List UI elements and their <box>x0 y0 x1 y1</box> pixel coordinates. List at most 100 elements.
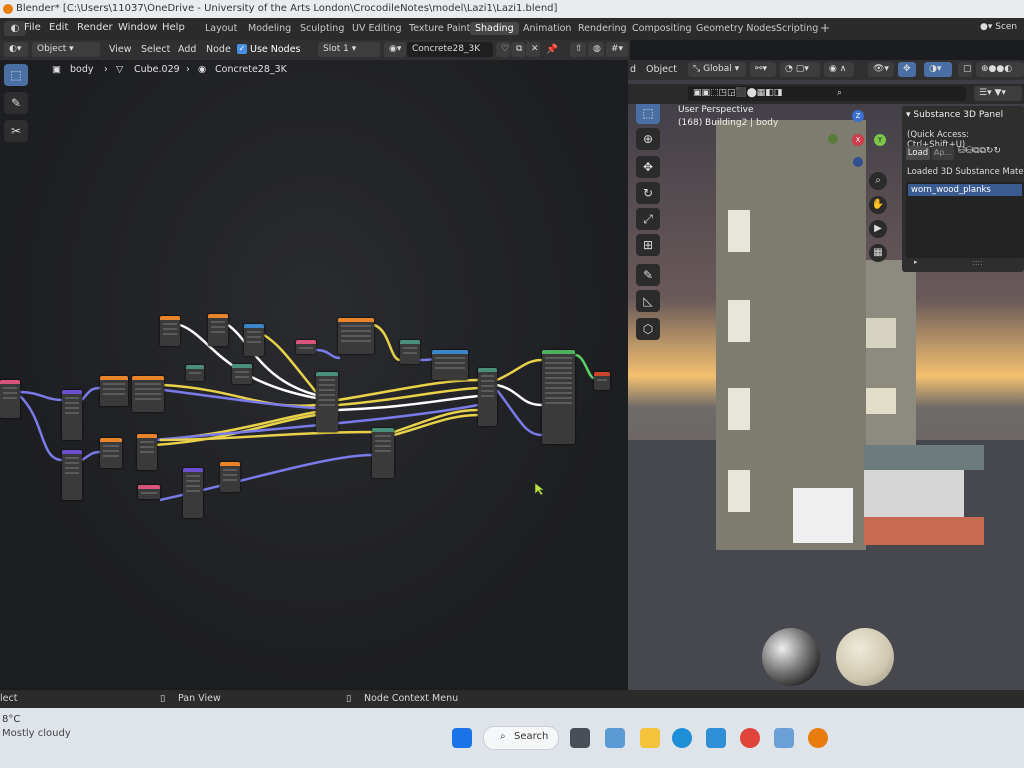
tab-shading[interactable]: Shading <box>470 22 519 35</box>
gizmo-toggle-icon[interactable]: ✥ <box>898 62 916 77</box>
pivot-point-icon[interactable]: ⚯▾ <box>750 62 776 77</box>
node-color-ramp-a[interactable] <box>244 324 264 356</box>
menu-window[interactable]: Window <box>118 22 157 33</box>
filter-funnel-icon[interactable]: ☰▾ ▼▾ <box>974 86 1022 101</box>
proportional-edit-icon[interactable]: ◉ ∧ <box>824 62 854 77</box>
chrome-icon[interactable] <box>740 728 760 748</box>
annotate-tool-icon[interactable]: ✎ <box>636 264 660 286</box>
links-cut-tool-icon[interactable]: ✂ <box>4 120 28 142</box>
pin-icon[interactable]: 📌 <box>546 44 558 55</box>
node-mapping-a[interactable] <box>62 390 82 440</box>
editor-type-icon[interactable]: ◐▾ <box>4 42 28 57</box>
viewport-filter-icons[interactable]: ▣▣⬚◳◲⬛⬤▦◧◨ <box>688 86 848 101</box>
node-color-ramp-b[interactable] <box>338 318 374 354</box>
weather-temperature[interactable]: 8°C <box>2 714 20 725</box>
fake-user-icon[interactable]: ♡ <box>496 42 510 57</box>
photos-icon[interactable] <box>774 728 794 748</box>
list-expand-icon[interactable]: ▸ <box>914 258 918 266</box>
gizmo-z-axis[interactable]: Z <box>852 110 864 122</box>
material-name-field[interactable]: Concrete28_3K <box>407 42 493 57</box>
xray-icon[interactable]: ▢ <box>958 62 972 77</box>
file-explorer-icon[interactable] <box>640 728 660 748</box>
tab-geometry-nodes[interactable]: Geometry Nodes <box>691 22 781 35</box>
node-value-pink[interactable] <box>296 340 316 354</box>
node-image-texture-e[interactable] <box>220 462 240 492</box>
visibility-icon[interactable]: 👁▾ <box>868 62 894 77</box>
list-resize-handle-icon[interactable]: :::: <box>972 258 983 267</box>
gizmo-x-axis[interactable]: X <box>852 134 864 146</box>
move-tool-icon[interactable]: ✥ <box>636 156 660 178</box>
store-icon[interactable] <box>706 728 726 748</box>
use-nodes-checkbox[interactable]: ✓ <box>237 44 247 54</box>
cursor-tool-icon[interactable]: ⊕ <box>636 128 660 150</box>
pan-hand-icon[interactable]: ✋ <box>869 196 887 214</box>
gizmo-y-axis[interactable]: Y <box>874 134 886 146</box>
camera-icon[interactable]: ▶ <box>869 220 887 238</box>
transform-orientation-dropdown[interactable]: ⤡ Global ▾ <box>688 62 746 77</box>
substance-apply-button[interactable]: Ap... <box>932 146 954 160</box>
tab-compositing[interactable]: Compositing <box>627 22 697 35</box>
shading-modes-icon[interactable]: ⊕●●◐ <box>976 62 1024 77</box>
substance-tool-icons[interactable]: ⛁⛁⧉⧉↻↻ <box>958 146 1001 156</box>
node-texture-coordinate[interactable] <box>0 380 20 418</box>
substance-material-item[interactable]: worn_wood_planks <box>908 184 1022 196</box>
viewport-mode-fragment[interactable]: d <box>630 64 636 75</box>
node-image-texture-a[interactable] <box>100 376 128 406</box>
gizmo-neg-y-axis[interactable] <box>828 134 838 144</box>
node-separate-a[interactable] <box>160 316 180 346</box>
edge-browser-icon[interactable] <box>672 728 692 748</box>
taskbar-search[interactable]: ⌕ Search <box>483 726 559 750</box>
snap-icon[interactable]: #▾ <box>606 42 628 57</box>
gizmo-neg-z-axis[interactable] <box>853 157 863 167</box>
unlink-material-icon[interactable]: ✕ <box>526 42 540 57</box>
node-math-a[interactable] <box>186 365 204 381</box>
menu-view[interactable]: View <box>109 44 132 55</box>
transform-tool-icon[interactable]: ⊞ <box>636 234 660 256</box>
node-value-pink-b[interactable] <box>138 485 160 499</box>
select-box-tool-icon[interactable]: ⬚ <box>4 64 28 86</box>
annotate-tool-icon[interactable]: ✎ <box>4 92 28 114</box>
overlay-toggle-icon[interactable]: ◑▾ <box>924 62 952 77</box>
slot-dropdown[interactable]: Slot 1 ▾ <box>318 42 380 57</box>
zoom-icon[interactable]: ⌕ <box>869 172 887 190</box>
node-separate-b[interactable] <box>208 314 228 346</box>
menu-help[interactable]: Help <box>162 22 185 33</box>
vscode-icon[interactable] <box>605 728 625 748</box>
menu-object[interactable]: Object <box>646 64 677 75</box>
viewport-search-input[interactable]: ⌕ <box>832 86 966 101</box>
measure-tool-icon[interactable]: ◺ <box>636 290 660 312</box>
perspective-grid-icon[interactable]: ▦ <box>869 244 887 262</box>
scale-tool-icon[interactable]: ⤢ <box>636 208 660 230</box>
rotate-tool-icon[interactable]: ↻ <box>636 182 660 204</box>
duplicate-material-icon[interactable]: ⧉ <box>511 42 525 57</box>
editor-type-icon[interactable]: ◐ <box>4 21 26 36</box>
add-workspace-icon[interactable]: + <box>815 20 835 36</box>
node-mapping-c[interactable] <box>183 468 203 518</box>
node-bump-a[interactable] <box>400 340 420 364</box>
node-color-ramp-c[interactable] <box>432 350 468 380</box>
weather-description[interactable]: Mostly cloudy <box>2 728 71 739</box>
menu-file[interactable]: File <box>24 22 41 33</box>
menu-edit[interactable]: Edit <box>49 22 68 33</box>
menu-add[interactable]: Add <box>178 44 196 55</box>
node-material-output[interactable] <box>594 372 610 390</box>
tab-layout[interactable]: Layout <box>200 22 242 35</box>
tab-sculpting[interactable]: Sculpting <box>295 22 349 35</box>
add-cube-tool-icon[interactable]: ⬡ <box>636 318 660 340</box>
menu-select[interactable]: Select <box>141 44 170 55</box>
tab-rendering[interactable]: Rendering <box>573 22 632 35</box>
tab-texture-paint[interactable]: Texture Paint <box>404 22 475 35</box>
scene-selector[interactable]: ●▾ Scen <box>980 22 1017 32</box>
select-box-tool-icon[interactable]: ⬚ <box>636 102 660 124</box>
task-view-icon[interactable] <box>570 728 590 748</box>
parent-node-tree-icon[interactable]: ⇧ <box>570 42 586 57</box>
substance-load-button[interactable]: Load <box>906 146 930 160</box>
overlay-icon[interactable]: ◍ <box>588 42 604 57</box>
node-mapping-b[interactable] <box>62 450 82 500</box>
node-editor-canvas[interactable]: ⬚ ✎ ✂ <box>0 60 628 688</box>
windows-start-icon[interactable] <box>452 728 472 748</box>
node-image-texture-c[interactable] <box>100 438 122 468</box>
node-image-texture-d[interactable] <box>137 434 157 470</box>
node-principled-bsdf[interactable] <box>542 350 575 444</box>
node-bump-b[interactable] <box>372 428 394 478</box>
